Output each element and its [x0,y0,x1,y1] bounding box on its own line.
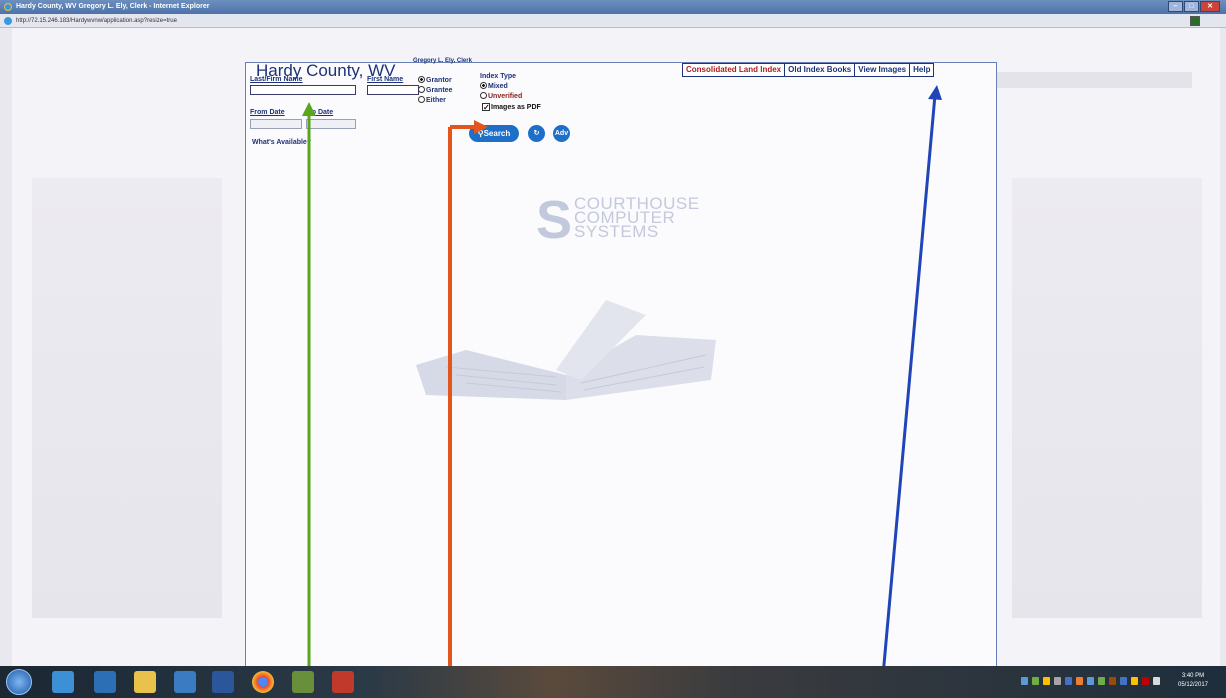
radio-mixed-label: Mixed [488,83,508,90]
tray-icon[interactable] [1131,677,1138,685]
internet-explorer-icon [4,3,12,11]
browser-viewport: Hardy County, WV Gregory L. Ely, Clerk C… [12,28,1220,666]
radio-either[interactable]: Either [418,96,446,104]
checkbox-check-icon[interactable]: ✓ [482,103,490,112]
logo-text: COURTHOUSE COMPUTER SYSTEMS [574,195,700,241]
radio-either-dot[interactable] [418,96,425,103]
clerk-name: Gregory L. Ely, Clerk [413,58,472,64]
radio-mixed-dot[interactable] [480,82,487,89]
advanced-search-label: Adv [554,130,569,137]
tab-consolidated-land-index[interactable]: Consolidated Land Index [682,63,786,77]
radio-mixed[interactable]: Mixed [480,82,508,90]
internet-explorer-taskbar-icon[interactable] [52,671,74,693]
window-controls: – □ ✕ [1168,1,1220,12]
tray-icon[interactable] [1054,677,1061,685]
open-book-watermark-icon [416,300,716,400]
logo-mark: S [536,190,573,250]
start-button-icon[interactable] [6,669,32,695]
tray-icon[interactable] [1120,677,1127,685]
tray-icon[interactable] [1043,677,1050,685]
first-name-label: First Name [367,76,404,83]
search-button-label: Search [483,129,511,138]
radio-grantee-label: Grantee [426,87,453,94]
refresh-button[interactable]: ↻ [528,125,545,142]
nav-tabs: Consolidated Land Index Old Index Books … [682,63,935,77]
tray-icon[interactable] [1087,677,1094,685]
page-tools-icon[interactable] [1190,16,1200,26]
radio-unverified-dot[interactable] [480,92,487,99]
refresh-icon: ↻ [533,130,540,137]
background-ghost [992,72,1192,88]
tray-icon[interactable] [1098,677,1105,685]
from-date-label: From Date [250,109,285,116]
to-date-input[interactable] [306,119,356,129]
tray-icon[interactable] [1021,677,1028,685]
word-taskbar-icon[interactable] [212,671,234,693]
background-ghost-right [1012,178,1202,618]
chrome-taskbar-icon[interactable] [252,671,274,693]
radio-grantor-label: Grantor [426,77,452,84]
minimize-icon[interactable]: – [1168,1,1183,12]
volume-icon[interactable] [1153,677,1160,685]
whats-available-link[interactable]: What's Available? [252,139,311,146]
advanced-search-button[interactable]: Adv [553,125,570,142]
radio-unverified[interactable]: Unverified [480,92,522,100]
last-name-label: Last/Firm Name [250,76,303,83]
tab-view-images[interactable]: View Images [855,63,911,77]
index-type-label: Index Type [480,73,517,80]
radio-grantor-dot[interactable] [418,76,425,83]
tray-icon[interactable] [1142,677,1149,685]
outlook-taskbar-icon[interactable] [94,671,116,693]
taskbar-app-icon[interactable] [174,671,196,693]
address-bar[interactable]: http://72.15.246.183/Hardywvnw/applicati… [0,14,1226,28]
radio-grantee[interactable]: Grantee [418,86,452,94]
maximize-icon[interactable]: □ [1184,1,1199,12]
logo-line-3: SYSTEMS [574,222,659,241]
first-name-input[interactable] [367,85,419,95]
address-url[interactable]: http://72.15.246.183/Hardywvnw/applicati… [16,18,177,24]
radio-either-label: Either [426,97,446,104]
page-favicon-icon [4,17,12,25]
background-ghost-left [32,178,222,618]
tray-icon[interactable] [1076,677,1083,685]
taskbar-app-icon-2[interactable] [292,671,314,693]
tray-icon[interactable] [1065,677,1072,685]
images-as-pdf-checkbox[interactable]: ✓Images as PDF [482,103,541,112]
search-button[interactable]: ⚲Search [469,125,519,142]
close-icon[interactable]: ✕ [1200,1,1220,12]
system-tray [1021,677,1160,685]
radio-unverified-label: Unverified [488,93,523,100]
tab-help[interactable]: Help [910,63,935,77]
taskbar-clock[interactable]: 3:40 PM 05/12/2017 [1164,672,1222,690]
file-explorer-taskbar-icon[interactable] [134,671,156,693]
access-taskbar-icon[interactable] [332,671,354,693]
tray-icon[interactable] [1109,677,1116,685]
window-title: Hardy County, WV Gregory L. Ely, Clerk -… [16,3,210,10]
radio-grantor[interactable]: Grantor [418,76,452,84]
radio-grantee-dot[interactable] [418,86,425,93]
images-as-pdf-label: Images as PDF [491,104,541,111]
application-panel: Hardy County, WV Gregory L. Ely, Clerk C… [245,58,997,666]
to-date-label: To Date [308,109,334,116]
window-title-bar: Hardy County, WV Gregory L. Ely, Clerk -… [0,0,1226,14]
clock-date: 05/12/2017 [1177,682,1209,688]
clock-time: 3:40 PM [1181,673,1205,679]
last-name-input[interactable] [250,85,356,95]
from-date-input[interactable] [250,119,302,129]
tray-icon[interactable] [1032,677,1039,685]
tab-old-index-books[interactable]: Old Index Books [785,63,856,77]
windows-taskbar: 3:40 PM 05/12/2017 [0,666,1226,698]
